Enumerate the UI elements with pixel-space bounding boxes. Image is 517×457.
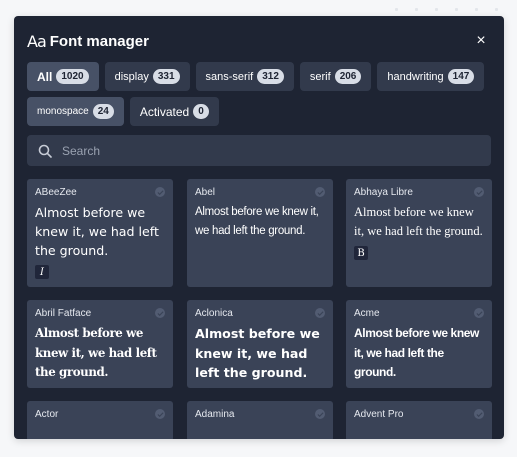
filter-chip-handwriting[interactable]: handwriting 147	[377, 62, 485, 91]
font-name: Advent Pro	[354, 409, 404, 420]
font-sample: Almost before we knew it, we had left th…	[35, 326, 157, 379]
font-sample: Almost before we knew it, we had left th…	[195, 206, 319, 237]
check-icon[interactable]	[315, 308, 325, 318]
filter-label: sans-serif	[205, 70, 254, 83]
check-icon[interactable]	[474, 409, 484, 419]
font-sample: Almost before we knew it, we had left th…	[354, 326, 479, 379]
check-icon[interactable]	[155, 409, 165, 419]
search-icon	[38, 144, 52, 158]
bold-icon: B	[354, 246, 368, 260]
filter-chip-activated[interactable]: Activated 0	[129, 97, 219, 126]
check-icon[interactable]	[315, 187, 325, 197]
filter-count-badge: 331	[152, 69, 180, 84]
filter-label: serif	[309, 70, 331, 83]
font-card-aclonica[interactable]: Aclonica Almost before we knew it, we ha…	[187, 300, 333, 388]
filter-count-badge: 312	[257, 69, 284, 84]
font-card-abel[interactable]: Abel Almost before we knew it, we had le…	[187, 179, 333, 287]
filter-count-badge: 147	[447, 69, 475, 84]
panel-header: Aa Font manager ×	[27, 29, 491, 53]
font-card-actor[interactable]: Actor	[27, 401, 173, 439]
filter-label: All	[37, 69, 53, 84]
font-name: Aclonica	[195, 308, 233, 319]
close-icon[interactable]: ×	[471, 31, 491, 51]
font-card-abhaya-libre[interactable]: Abhaya Libre Almost before we knew it, w…	[346, 179, 492, 287]
check-icon[interactable]	[474, 308, 484, 318]
check-icon[interactable]	[155, 308, 165, 318]
filter-chip-display[interactable]: display 331	[104, 62, 190, 91]
filter-count-badge: 206	[334, 69, 362, 84]
filter-chip-serif[interactable]: serif 206	[299, 62, 372, 91]
panel-title: Font manager	[49, 32, 149, 50]
search-input[interactable]	[60, 142, 464, 159]
font-name: Abel	[195, 187, 216, 198]
font-name: ABeeZee	[35, 187, 77, 198]
font-sample: Almost before we knew it, we had left th…	[195, 326, 320, 380]
font-sample: Almost before we knew it, we had left th…	[354, 205, 483, 238]
filter-label: Activated	[139, 104, 190, 119]
filter-chip-all[interactable]: All 1020	[27, 62, 99, 91]
filter-count-badge: 0	[193, 104, 209, 119]
font-card-adamina[interactable]: Adamina	[187, 401, 333, 439]
font-name: Actor	[35, 409, 59, 420]
font-card-advent-pro[interactable]: Advent Pro	[346, 401, 492, 439]
italic-icon: I	[35, 265, 49, 279]
font-name: Abril Fatface	[35, 308, 92, 319]
filter-label: handwriting	[387, 70, 444, 83]
filter-label: display	[114, 70, 149, 83]
font-manager-panel: Aa Font manager × All 1020 display 331 s…	[14, 16, 504, 439]
filter-chip-sans-serif[interactable]: sans-serif 312	[195, 62, 294, 91]
check-icon[interactable]	[474, 187, 484, 197]
check-icon[interactable]	[315, 409, 325, 419]
filter-label: monospace	[37, 106, 89, 117]
font-card-abril-fatface[interactable]: Abril Fatface Almost before we knew it, …	[27, 300, 173, 388]
font-name: Acme	[354, 308, 380, 319]
font-name: Abhaya Libre	[354, 187, 413, 198]
filter-count-badge: 24	[92, 104, 114, 119]
filter-chip-monospace[interactable]: monospace 24	[27, 97, 124, 126]
font-card-abeezee[interactable]: ABeeZee Almost before we knew it, we had…	[27, 179, 173, 287]
font-name: Adamina	[195, 409, 235, 420]
font-sample: Almost before we knew it, we had left th…	[35, 205, 159, 258]
filter-count-badge: 1020	[56, 69, 89, 84]
search-bar	[27, 135, 491, 166]
filter-chips: All 1020 display 331 sans-serif 312 seri…	[27, 62, 493, 126]
check-icon[interactable]	[155, 187, 165, 197]
font-icon: Aa	[27, 31, 47, 51]
font-card-acme[interactable]: Acme Almost before we knew it, we had le…	[346, 300, 492, 388]
